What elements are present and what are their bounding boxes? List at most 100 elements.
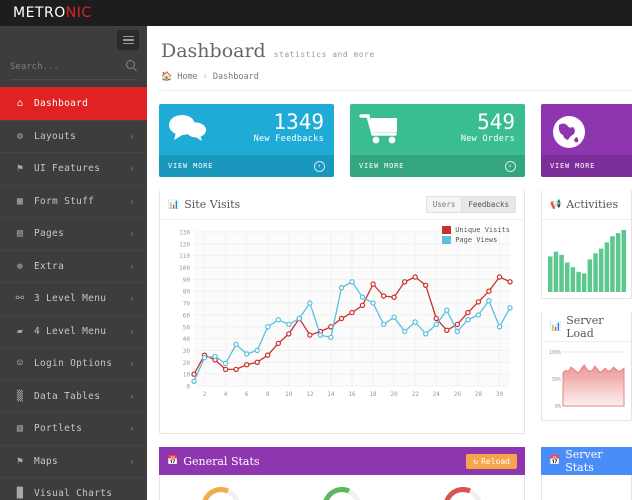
brand-name-dark: METRO [13,5,66,21]
file-icon: ▧ [16,423,24,435]
search-input[interactable] [10,61,110,72]
home-icon: 🏠 [161,72,173,82]
legend-label: Unique Visits [455,226,510,234]
sidebar-menu: ⌂ Dashboard ⚙ Layouts ‹ ⚑ UI Features ‹ ▦ Form St… [0,87,154,500]
sidebar-item-maps[interactable]: ⚑ Maps ‹ [0,444,147,478]
sidebar-item-extra[interactable]: ❁ Extra ‹ [0,249,147,283]
svg-text:100: 100 [179,265,190,272]
server-stats-header: 📅 Server Stats [541,447,632,475]
svg-text:30: 30 [496,391,504,398]
chevron-left-icon: ‹ [129,196,135,206]
legend-label: Page Views [455,236,498,244]
comments-icon [168,113,208,147]
svg-text:26: 26 [454,391,462,398]
stat-card-2[interactable]: 549 New Orders VIEW MORE › [350,104,525,177]
svg-text:110: 110 [179,253,190,260]
breadcrumb: 🏠 Home › Dashboard [161,72,632,91]
view-more-button[interactable]: VIEW MORE› [159,155,334,177]
megaphone-icon: 📢 [550,199,562,210]
sidebar-search[interactable] [10,54,137,80]
line-chart-svg: 01020304050607080901001101201302 4 6 8 10 12 1… [179,230,513,398]
svg-text:70: 70 [183,301,191,308]
svg-text:50%: 50% [552,377,561,383]
shopping-cart-icon [359,113,401,149]
sidebar-item-label: Maps [34,455,59,467]
sidebar-item-layouts[interactable]: ⚙ Layouts ‹ [0,119,147,153]
reload-label: Reload [481,456,510,466]
svg-text:0: 0 [186,384,190,391]
reload-button[interactable]: ↻ Reload [466,453,517,469]
hamburger-icon-line [122,39,134,41]
legend-swatch [442,236,452,244]
site-visits-portlet: 📊 Site Visits Users Feedbacks 0 10 20 30 40 5… [159,190,525,434]
sidebar-item-label: Portlets [34,423,83,435]
activities-portlet: 📢 Activities [541,190,632,299]
sidebar-item-portlets[interactable]: ▧ Portlets ‹ [0,412,147,446]
sidebar-item-form-stuff[interactable]: ▦ Form Stuff ‹ [0,184,147,218]
search-icon[interactable] [126,60,135,69]
server-load-area-svg: 100% 50% 0% [549,350,625,410]
svg-text:80: 80 [183,289,191,296]
sidebar-toggle-button[interactable] [117,30,139,50]
globe-icon [550,113,588,155]
user-icon: ☺ [16,358,24,370]
general-stats-portlet: 📅 General Stats ↻ Reload [159,447,525,500]
stat-card-body [541,104,632,155]
gauge-2 [319,481,365,500]
sidebar-item-visual-charts[interactable]: █ Visual Charts [0,477,147,500]
svg-text:120: 120 [179,241,190,248]
svg-text:18: 18 [369,391,377,398]
stat-card-3[interactable]: VIEW MORE› [541,104,632,177]
tab-users[interactable]: Users [425,196,463,213]
svg-text:10: 10 [285,391,293,398]
sidebar-item-login-options[interactable]: ☺ Login Options ‹ [0,347,147,381]
breadcrumb-home[interactable]: Home [177,72,197,82]
chevron-left-icon: ‹ [129,261,135,271]
stat-card-number: 1349 [273,110,324,134]
gears-icon: ⚙ [16,130,24,142]
tab-feedbacks[interactable]: Feedbacks [462,196,516,213]
view-more-button[interactable]: VIEW MORE› [541,155,632,177]
sidebar-item-4-level-menu[interactable]: ▰ 4 Level Menu ‹ [0,314,147,348]
brand-name-accent: NIC [65,5,92,21]
activities-chart[interactable] [542,220,631,298]
sidebar-item-label: Pages [34,228,65,240]
general-stats-title: General Stats [183,454,260,468]
sidebar-item-label: Dashboard [34,98,89,110]
svg-text:2: 2 [203,391,207,398]
svg-text:130: 130 [179,230,190,237]
site-visits-chart[interactable]: 0 10 20 30 40 50 60 70 80 90 100 110 120 130 2 4 6 8 10 12 1… [160,220,524,406]
server-stats-title: Server Stats [565,448,603,474]
svg-text:50: 50 [183,324,191,331]
view-more-button[interactable]: VIEW MORE› [350,155,525,177]
sidebar-item-dashboard[interactable]: ⌂ Dashboard [0,87,154,121]
sidebar-item-data-tables[interactable]: ▒ Data Tables ‹ [0,379,147,413]
sidebar-item-pages[interactable]: ▤ Pages ‹ [0,217,147,251]
sidebar-item-ui-features[interactable]: ⚑ UI Features ‹ [0,152,147,186]
legend-item-2[interactable]: Page Views [442,236,510,244]
stat-card-1[interactable]: 1349 New Feedbacks VIEW MORE › [159,104,334,177]
top-navbar: METRONIC [0,0,632,26]
legend-item-1[interactable]: Unique Visits [442,226,510,234]
calendar-icon: 📅 [167,456,179,466]
main-content: Dashboard statistics and more 🏠 Home › D… [147,26,632,500]
svg-text:16: 16 [348,391,356,398]
refresh-icon: ↻ [473,456,479,466]
chevron-left-icon: ‹ [129,229,135,239]
site-visits-header: 📊 Site Visits Users Feedbacks [160,190,524,220]
chevron-left-icon: ‹ [129,391,135,401]
sitemap-icon: ⚯ [15,293,25,305]
site-visits-toggle-group: Users Feedbacks [425,196,516,213]
bookmark-icon: ⚑ [16,163,24,175]
stat-card-body: 549 New Orders [350,104,525,155]
gauge-3 [440,481,486,500]
folder-icon: ▰ [16,325,24,337]
svg-text:60: 60 [183,312,191,319]
brand-logo[interactable]: METRONIC [13,5,92,21]
home-icon: ⌂ [16,98,24,110]
server-load-chart[interactable]: 100% 50% 0% [542,342,631,420]
sidebar-toggle-row [0,26,147,54]
chevron-left-icon: ‹ [129,294,135,304]
server-load-portlet: 📊 Server Load 100% 50% 0% [541,312,632,421]
sidebar-item-3-level-menu[interactable]: ⚯ 3 Level Menu ‹ [0,282,147,316]
